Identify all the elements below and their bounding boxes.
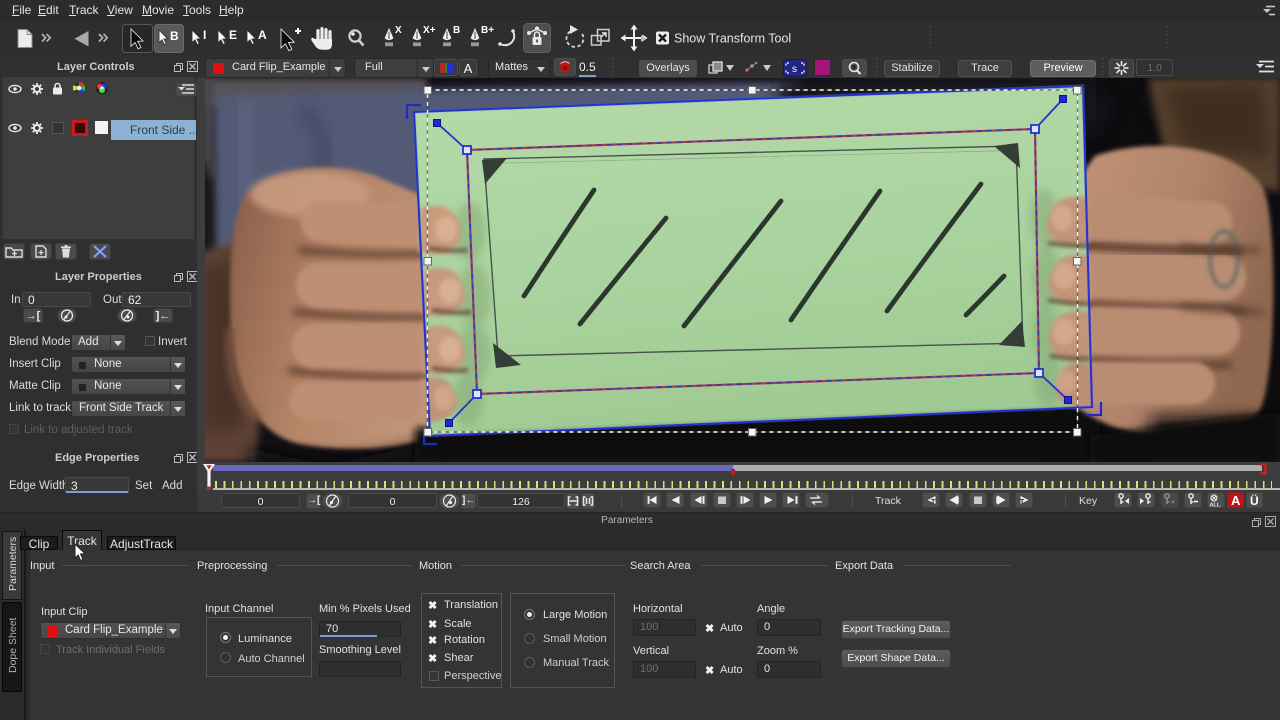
- svg-text:B: B: [170, 29, 179, 43]
- svg-text:A: A: [1231, 493, 1241, 508]
- svg-text:B: B: [453, 25, 460, 36]
- svg-text:s: s: [792, 64, 797, 75]
- svg-text:X: X: [395, 25, 402, 36]
- svg-text:ALL: ALL: [1210, 503, 1221, 509]
- svg-text:I: I: [203, 28, 206, 42]
- svg-text:A: A: [258, 28, 267, 42]
- svg-text:Show Transform Tool: Show Transform Tool: [674, 32, 791, 46]
- svg-text:T: T: [931, 499, 936, 506]
- svg-text:E: E: [229, 28, 237, 42]
- svg-text:X+: X+: [423, 25, 436, 36]
- svg-text:T: T: [1020, 499, 1025, 506]
- svg-text:Ü: Ü: [1250, 493, 1259, 508]
- svg-text:B+: B+: [481, 25, 494, 36]
